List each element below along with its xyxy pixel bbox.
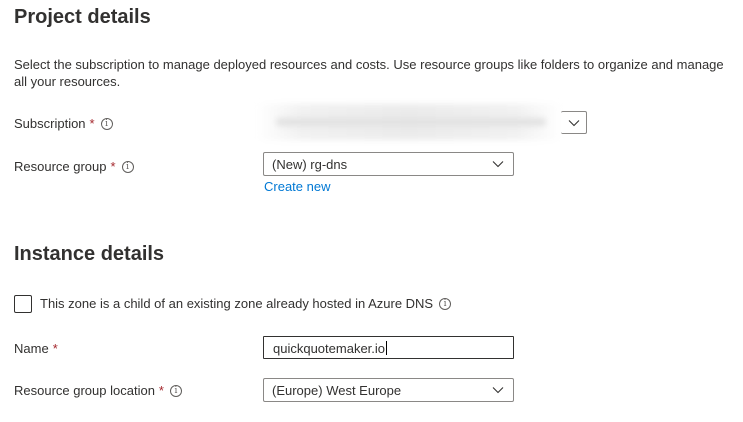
info-icon[interactable]: i — [439, 297, 452, 310]
chevron-down-icon — [568, 120, 580, 127]
required-asterisk: * — [110, 159, 116, 174]
name-label: Name — [14, 341, 49, 356]
subscription-redacted-text — [276, 118, 546, 126]
subscription-label-row: Subscription * i — [14, 116, 113, 131]
location-value: (Europe) West Europe — [272, 383, 402, 398]
instance-details-heading: Instance details — [14, 243, 165, 265]
chevron-down-icon — [492, 161, 504, 168]
info-icon[interactable]: i — [121, 160, 134, 173]
subscription-label: Subscription — [14, 116, 86, 131]
name-input-value: quickquotemaker.io — [273, 341, 388, 356]
project-details-heading: Project details — [14, 6, 151, 28]
create-new-link[interactable]: Create new — [264, 179, 330, 194]
info-icon[interactable]: i — [169, 384, 182, 397]
child-zone-checkbox[interactable] — [14, 295, 32, 313]
chevron-down-icon — [492, 387, 504, 394]
child-zone-label[interactable]: This zone is a child of an existing zone… — [40, 296, 433, 311]
name-label-row: Name * — [14, 341, 58, 356]
text-caret — [386, 341, 388, 355]
resource-group-value: (New) rg-dns — [272, 157, 348, 172]
resource-group-dropdown[interactable]: (New) rg-dns — [263, 152, 514, 176]
resource-group-label: Resource group — [14, 159, 107, 174]
location-label-row: Resource group location * i — [14, 383, 182, 398]
required-asterisk: * — [89, 116, 95, 131]
subscription-dropdown[interactable] — [561, 111, 587, 134]
info-icon[interactable]: i — [100, 117, 113, 130]
resource-group-label-row: Resource group * i — [14, 159, 134, 174]
name-input[interactable]: quickquotemaker.io — [263, 336, 514, 359]
required-asterisk: * — [52, 341, 58, 356]
location-dropdown[interactable]: (Europe) West Europe — [263, 378, 514, 402]
project-details-description: Select the subscription to manage deploy… — [14, 57, 724, 89]
required-asterisk: * — [158, 383, 164, 398]
location-label: Resource group location — [14, 383, 155, 398]
child-zone-label-row: This zone is a child of an existing zone… — [40, 296, 452, 311]
